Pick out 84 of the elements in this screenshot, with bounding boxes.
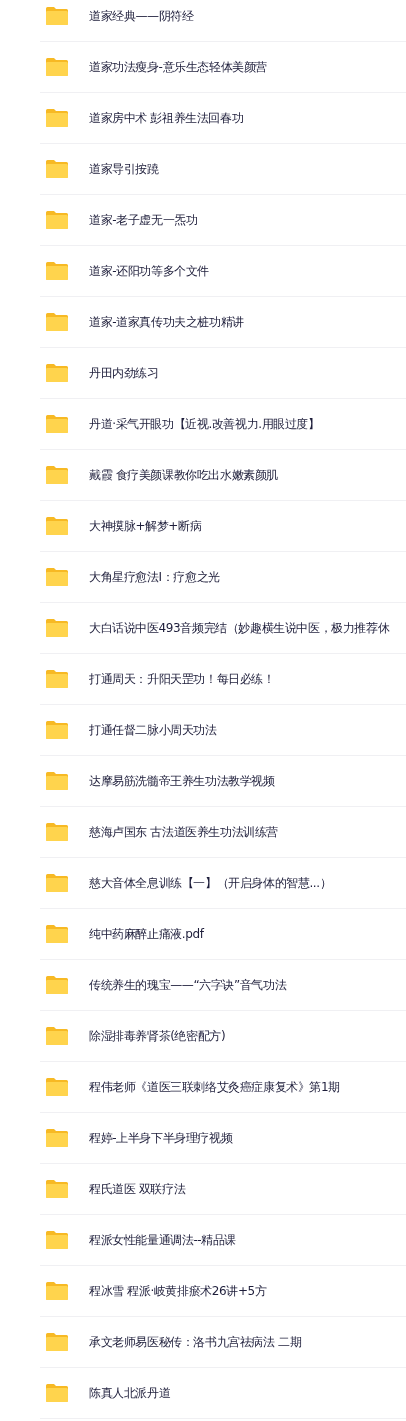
folder-row[interactable]: 道家房中术 彭祖养生法回春功 (40, 93, 406, 144)
folder-row[interactable]: 大角星疗愈法I：疗愈之光 (40, 552, 406, 603)
folder-row[interactable]: 达摩易筋洗髓帝王养生功法教学视频 (40, 756, 406, 807)
folder-row[interactable]: 程派女性能量通调法--精品课 (40, 1215, 406, 1266)
folder-name: 道家导引按蹺 (89, 160, 159, 178)
folder-name: 道家经典——阴符经 (89, 7, 194, 25)
folder-row[interactable]: 丹田内劲练习 (40, 348, 406, 399)
folder-row[interactable]: 程冰雪 程派·岐黄排瘀术26讲+5方 (40, 1266, 406, 1317)
folder-name: 传统养生的瑰宝——“六字诀”音气功法 (89, 976, 287, 994)
folder-name: 承文老师易医秘传：洛书九宫祛病法 二期 (89, 1333, 302, 1351)
folder-row[interactable]: 道家-还阳功等多个文件 (40, 246, 406, 297)
folder-icon (45, 822, 69, 842)
folder-icon (45, 414, 69, 434)
folder-icon (45, 618, 69, 638)
folder-row[interactable]: 道家功法瘦身-意乐生态轻体美颜营 (40, 42, 406, 93)
folder-name: 陈真人北派丹道 (89, 1384, 171, 1402)
folder-icon (45, 1077, 69, 1097)
folder-icon (45, 1332, 69, 1352)
folder-name: 道家功法瘦身-意乐生态轻体美颜营 (89, 58, 267, 76)
folder-row[interactable]: 道家经典——阴符经 (40, 0, 406, 42)
folder-icon (45, 210, 69, 230)
folder-name: 大神摸脉+解梦+断病 (89, 517, 202, 535)
folder-row[interactable]: 道家-老子虚无一炁功 (40, 195, 406, 246)
folder-row[interactable]: 承文老师易医秘传：洛书九宫祛病法 二期 (40, 1317, 406, 1368)
folder-name: 道家-还阳功等多个文件 (89, 262, 209, 280)
folder-icon (45, 924, 69, 944)
folder-name: 大白话说中医493音频完结（妙趣横生说中医，极力推荐休 (89, 619, 390, 637)
folder-name: 丹田内劲练习 (89, 364, 159, 382)
folder-name: 道家房中术 彭祖养生法回春功 (89, 109, 244, 127)
folder-icon (45, 6, 69, 26)
folder-icon (45, 1179, 69, 1199)
folder-row[interactable]: 慈大音体全息训练【一】（开启身体的智慧...） (40, 858, 406, 909)
folder-name: 达摩易筋洗髓帝王养生功法教学视频 (89, 772, 275, 790)
folder-name: 丹道·采气开眼功【近视.改善视力.用眼过度】 (89, 415, 320, 433)
folder-name: 纯中药麻醉止痛液.pdf (89, 925, 204, 943)
folder-name: 除湿排毒养肾茶(绝密配方) (89, 1027, 226, 1045)
folder-icon (45, 261, 69, 281)
folder-row[interactable]: 慈海卢国东 古法道医养生功法训练营 (40, 807, 406, 858)
folder-row[interactable]: 纯中药麻醉止痛液.pdf (40, 909, 406, 960)
folder-icon (45, 108, 69, 128)
folder-icon (45, 1128, 69, 1148)
folder-row[interactable]: 大神摸脉+解梦+断病 (40, 501, 406, 552)
folder-name: 慈大音体全息训练【一】（开启身体的智慧...） (89, 874, 332, 892)
folder-icon (45, 975, 69, 995)
folder-name: 程婷-上半身下半身理疗视频 (89, 1129, 233, 1147)
folder-icon (45, 1281, 69, 1301)
folder-icon (45, 363, 69, 383)
folder-icon (45, 312, 69, 332)
folder-name: 程氏道医 双联疗法 (89, 1180, 186, 1198)
folder-row[interactable]: 打通任督二脉小周天功法 (40, 705, 406, 756)
folder-icon (45, 771, 69, 791)
folder-icon (45, 516, 69, 536)
folder-name: 打通周天：升阳天罡功！每日必练！ (89, 670, 275, 688)
folder-icon (45, 1230, 69, 1250)
folder-name: 打通任督二脉小周天功法 (89, 721, 217, 739)
folder-name: 程伟老师《道医三联刺络艾灸癌症康复术》第1期 (89, 1078, 340, 1096)
folder-row[interactable]: 道家-道家真传功夫之桩功精讲 (40, 297, 406, 348)
folder-icon (45, 57, 69, 77)
folder-icon (45, 465, 69, 485)
folder-name: 道家-老子虚无一炁功 (89, 211, 198, 229)
folder-icon (45, 1383, 69, 1403)
folder-name: 道家-道家真传功夫之桩功精讲 (89, 313, 244, 331)
folder-row[interactable]: 程伟老师《道医三联刺络艾灸癌症康复术》第1期 (40, 1062, 406, 1113)
folder-icon (45, 720, 69, 740)
folder-row[interactable]: 除湿排毒养肾茶(绝密配方) (40, 1011, 406, 1062)
folder-icon (45, 873, 69, 893)
folder-name: 戴霞 食疗美颜课教你吃出水嫩素颜肌 (89, 466, 278, 484)
folder-row[interactable]: 传统养生的瑰宝——“六字诀”音气功法 (40, 960, 406, 1011)
folder-row[interactable]: 戴霞 食疗美颜课教你吃出水嫩素颜肌 (40, 450, 406, 501)
folder-icon (45, 159, 69, 179)
folder-icon (45, 669, 69, 689)
folder-name: 大角星疗愈法I：疗愈之光 (89, 568, 220, 586)
folder-row[interactable]: 大白话说中医493音频完结（妙趣横生说中医，极力推荐休 (40, 603, 406, 654)
folder-row[interactable]: 陈真人北派丹道 (40, 1368, 406, 1419)
folder-row[interactable]: 道家导引按蹺 (40, 144, 406, 195)
folder-name: 慈海卢国东 古法道医养生功法训练营 (89, 823, 278, 841)
folder-row[interactable]: 打通周天：升阳天罡功！每日必练！ (40, 654, 406, 705)
folder-row[interactable]: 丹道·采气开眼功【近视.改善视力.用眼过度】 (40, 399, 406, 450)
folder-name: 程派女性能量通调法--精品课 (89, 1231, 237, 1249)
folder-row[interactable]: 程氏道医 双联疗法 (40, 1164, 406, 1215)
folder-name: 程冰雪 程派·岐黄排瘀术26讲+5方 (89, 1282, 267, 1300)
folder-row[interactable]: 程婷-上半身下半身理疗视频 (40, 1113, 406, 1164)
folder-icon (45, 567, 69, 587)
folder-icon (45, 1026, 69, 1046)
